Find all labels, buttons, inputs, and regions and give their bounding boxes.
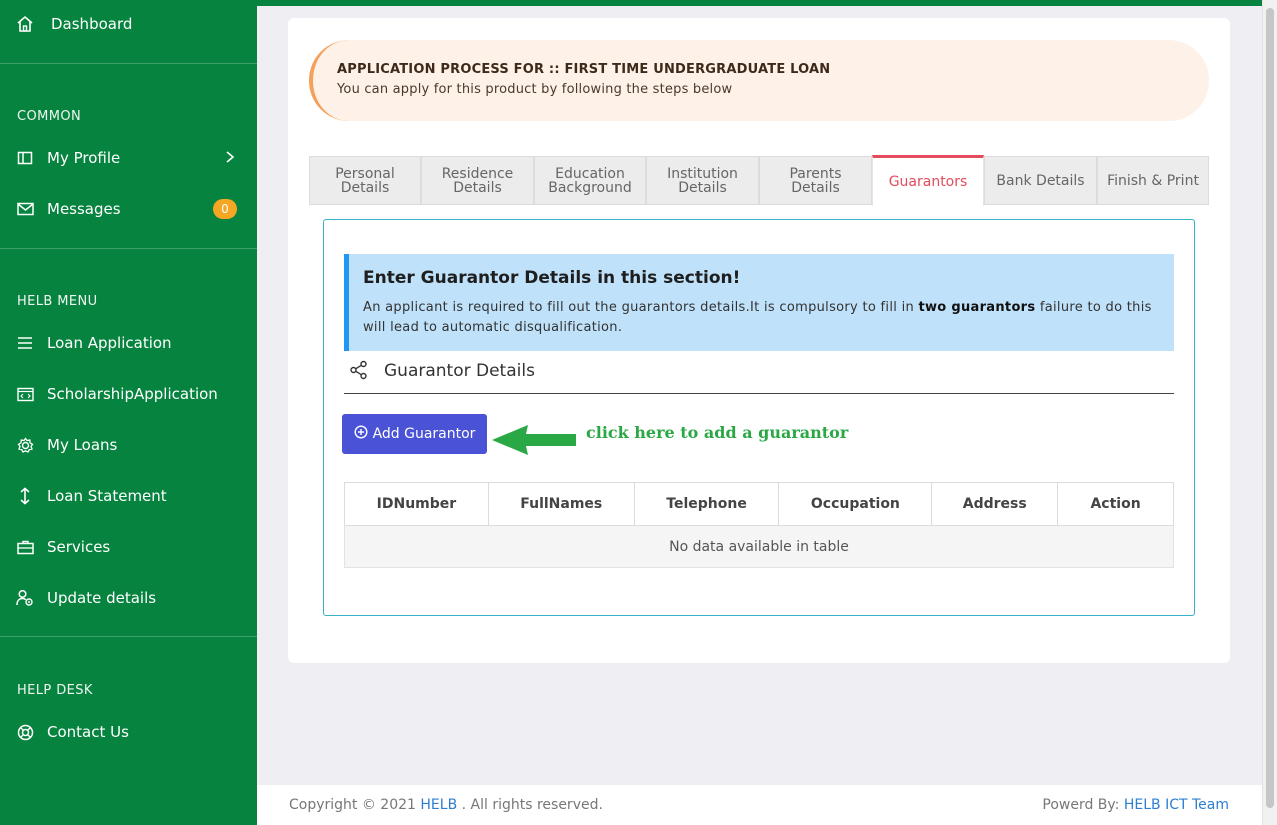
helb-ict-team-link[interactable]: HELB ICT Team xyxy=(1124,797,1229,813)
application-process-banner: APPLICATION PROCESS FOR :: FIRST TIME UN… xyxy=(309,40,1209,121)
divider xyxy=(0,63,257,64)
add-guarantor-hint: click here to add a guarantor xyxy=(586,423,849,442)
sidebar-item-label: Update details xyxy=(47,589,157,607)
column-header-action[interactable]: Action xyxy=(1057,482,1174,526)
column-header-telephone[interactable]: Telephone xyxy=(633,482,780,526)
scrollbar-thumb[interactable] xyxy=(1266,8,1274,808)
tab-label-line2: Details xyxy=(340,179,390,196)
section-divider xyxy=(344,393,1174,394)
info-heading: Enter Guarantor Details in this section! xyxy=(363,268,741,288)
sidebar-item-label: My Profile xyxy=(47,149,121,167)
share-icon xyxy=(349,360,369,384)
info-text-before: An applicant is required to fill out the… xyxy=(363,300,919,315)
sidebar-item-loan-statement[interactable]: Loan Statement xyxy=(0,485,257,507)
chevron-right-icon xyxy=(224,149,236,168)
process-title: APPLICATION PROCESS FOR :: FIRST TIME UN… xyxy=(337,62,831,77)
column-header-idnumber[interactable]: IDNumber xyxy=(344,482,489,526)
column-header-address[interactable]: Address xyxy=(931,482,1059,526)
rights-text: . All rights reserved. xyxy=(457,797,603,813)
footer-powered-by: Powerd By: HELB ICT Team xyxy=(1042,797,1229,813)
tab-finish-print[interactable]: Finish & Print xyxy=(1097,156,1209,205)
table-row: No data available in table xyxy=(344,525,1174,568)
powered-by-label: Powerd By: xyxy=(1042,797,1124,813)
info-text-bold: two guarantors xyxy=(918,300,1036,315)
tab-bank-details[interactable]: Bank Details xyxy=(984,156,1097,205)
divider xyxy=(0,248,257,249)
tab-label-line2: Background xyxy=(548,179,632,196)
page-scrollbar[interactable] xyxy=(1262,0,1277,825)
sidebar-item-my-profile[interactable]: My Profile xyxy=(0,147,257,169)
lifebuoy-icon xyxy=(16,723,34,741)
plus-circle-icon xyxy=(354,425,368,443)
tab-label-line2: Details xyxy=(453,179,502,196)
sidebar-item-label: Services xyxy=(47,538,111,556)
columns-icon xyxy=(16,149,34,167)
sidebar-item-label: Contact Us xyxy=(47,723,129,741)
messages-count-badge: 0 xyxy=(213,199,237,219)
sidebar-item-label: ScholarshipApplication xyxy=(47,385,218,403)
sidebar-item-messages[interactable]: Messages 0 xyxy=(0,198,257,220)
footer: Copyright © 2021 HELB . All rights reser… xyxy=(257,785,1262,825)
section-header-helb-menu: HELB MENU xyxy=(17,294,98,309)
sidebar-item-update-details[interactable]: Update details xyxy=(0,587,257,609)
briefcase-icon xyxy=(16,538,34,556)
copyright-text: Copyright © 2021 xyxy=(289,797,421,813)
settings-icon xyxy=(16,436,34,454)
arrow-left-icon xyxy=(490,423,578,461)
mail-icon xyxy=(16,200,34,218)
sidebar-item-dashboard[interactable]: Dashboard xyxy=(0,13,257,35)
add-guarantor-label: Add Guarantor xyxy=(372,426,476,442)
process-subtitle: You can apply for this product by follow… xyxy=(337,82,733,97)
sidebar: Dashboard COMMON My Profile Messages 0 H… xyxy=(0,0,257,825)
table-header-row: IDNumber FullNames Telephone Occupation … xyxy=(344,482,1174,526)
tab-institution-details[interactable]: Institution Details xyxy=(646,156,759,205)
arrows-vertical-icon xyxy=(16,487,34,505)
guarantor-info-alert: Enter Guarantor Details in this section!… xyxy=(344,254,1174,351)
section-header-common: COMMON xyxy=(17,109,82,124)
info-text: An applicant is required to fill out the… xyxy=(363,298,1163,338)
tab-personal-details[interactable]: Personal Details xyxy=(309,156,421,205)
tab-label-line2: Details xyxy=(678,179,727,196)
column-header-occupation[interactable]: Occupation xyxy=(778,482,933,526)
tab-guarantors[interactable]: Guarantors xyxy=(872,155,984,206)
code-window-icon xyxy=(16,385,34,403)
sidebar-item-my-loans[interactable]: My Loans xyxy=(0,434,257,456)
tab-education-background[interactable]: Education Background xyxy=(534,156,646,205)
section-title: Guarantor Details xyxy=(384,361,535,381)
home-icon xyxy=(16,15,34,33)
menu-lines-icon xyxy=(16,334,34,352)
tab-label: Finish & Print xyxy=(1107,172,1199,189)
sidebar-item-label: Loan Statement xyxy=(47,487,167,505)
footer-copyright: Copyright © 2021 HELB . All rights reser… xyxy=(289,797,603,813)
top-bar xyxy=(257,0,1262,6)
helb-link[interactable]: HELB xyxy=(420,797,457,813)
tab-residence-details[interactable]: Residence Details xyxy=(421,156,534,205)
tab-parents-details[interactable]: Parents Details xyxy=(759,156,872,205)
sidebar-item-label: My Loans xyxy=(47,436,118,454)
sidebar-item-services[interactable]: Services xyxy=(0,536,257,558)
sidebar-item-loan-application[interactable]: Loan Application xyxy=(0,332,257,354)
divider xyxy=(0,636,257,637)
tab-label: Bank Details xyxy=(996,172,1085,189)
user-settings-icon xyxy=(16,589,34,607)
add-guarantor-button[interactable]: Add Guarantor xyxy=(342,414,487,454)
tab-label-line2: Details xyxy=(791,179,840,196)
guarantors-table: IDNumber FullNames Telephone Occupation … xyxy=(344,482,1174,568)
tab-label: Guarantors xyxy=(888,174,968,190)
sidebar-item-label: Dashboard xyxy=(51,15,133,33)
empty-table-message: No data available in table xyxy=(344,525,1174,568)
column-header-fullnames[interactable]: FullNames xyxy=(487,482,635,526)
section-header-help-desk: HELP DESK xyxy=(17,683,93,698)
sidebar-item-label: Loan Application xyxy=(47,334,172,352)
sidebar-item-contact-us[interactable]: Contact Us xyxy=(0,721,257,743)
sidebar-item-label: Messages xyxy=(47,200,121,218)
sidebar-item-scholarship-application[interactable]: ScholarshipApplication xyxy=(0,383,257,405)
